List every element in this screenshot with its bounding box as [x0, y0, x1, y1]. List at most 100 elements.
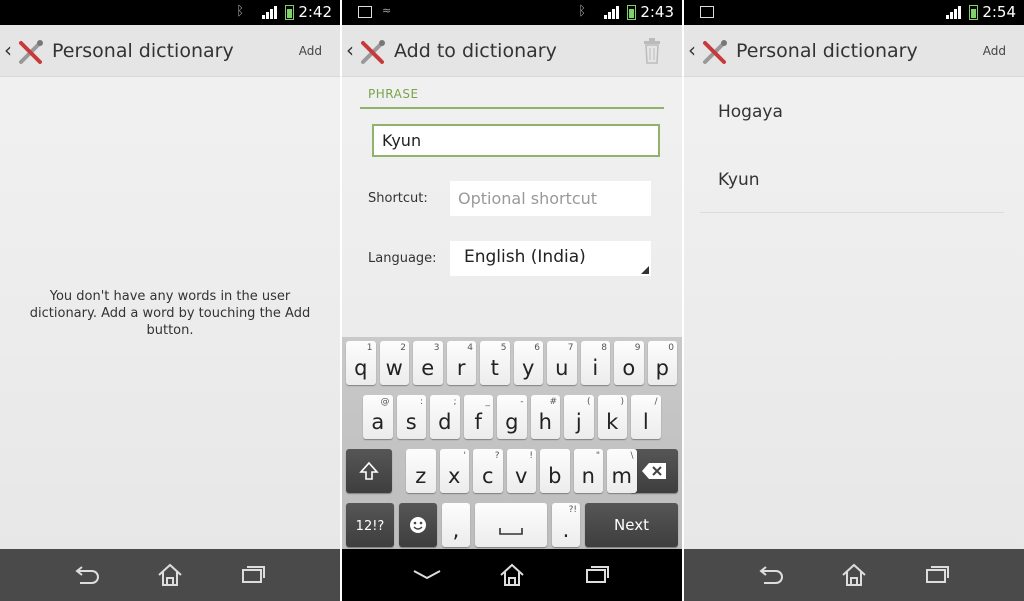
key-w[interactable]: 2w: [379, 341, 409, 385]
key-label: k: [606, 410, 619, 434]
key-z[interactable]: z: [406, 449, 436, 493]
home-icon[interactable]: [839, 561, 869, 589]
key-x[interactable]: ' x: [439, 449, 469, 493]
home-icon[interactable]: [497, 561, 527, 589]
home-icon[interactable]: [155, 561, 185, 589]
key-c[interactable]: ? c: [473, 449, 503, 493]
key-hint: 6: [534, 343, 540, 353]
back-icon[interactable]: [756, 561, 786, 589]
key-r[interactable]: 4r: [446, 341, 476, 385]
key-h[interactable]: # h: [530, 395, 560, 439]
settings-tools-icon[interactable]: [358, 37, 388, 67]
backspace-key[interactable]: [630, 449, 678, 493]
key-q[interactable]: 1q: [346, 341, 376, 385]
shift-key[interactable]: [346, 449, 392, 493]
key-u[interactable]: 7u: [547, 341, 577, 385]
notification-app-icon: ≈: [382, 4, 392, 17]
hide-keyboard-icon[interactable]: [412, 561, 442, 589]
key-label: m: [611, 464, 632, 488]
notification-image-icon: [358, 6, 372, 18]
symbols-key[interactable]: 12!?: [346, 503, 394, 547]
key-j[interactable]: (j: [564, 395, 594, 439]
backspace-icon: [642, 463, 666, 479]
language-select[interactable]: English (India): [450, 241, 651, 276]
back-chevron-icon[interactable]: ‹: [688, 38, 696, 62]
key-o[interactable]: 9o: [614, 341, 644, 385]
key-hint: 0: [668, 343, 674, 353]
add-button[interactable]: Add: [983, 44, 1006, 58]
key-l[interactable]: / l: [631, 395, 661, 439]
key-hint: 1: [366, 343, 373, 353]
key-label: r: [456, 356, 466, 380]
list-item[interactable]: Hogaya: [718, 102, 783, 122]
settings-tools-icon[interactable]: [700, 37, 730, 67]
key-hint: \: [630, 451, 634, 461]
status-bar: ᛒ 2:42: [0, 0, 340, 25]
emoji-key[interactable]: [399, 503, 437, 547]
back-chevron-icon[interactable]: ‹: [346, 38, 354, 62]
key-s[interactable]: :s: [396, 395, 426, 439]
period-key[interactable]: ?! .: [552, 503, 580, 547]
space-key[interactable]: [475, 503, 547, 547]
shortcut-input[interactable]: Optional shortcut: [450, 181, 651, 216]
settings-tools-icon[interactable]: [16, 37, 46, 67]
key-label: g: [505, 410, 519, 434]
key-d[interactable]: ; d: [430, 395, 460, 439]
on-screen-keyboard: 1q2w3e4r5t6y7u8i9o0p @ a: s; d _ f - g # h(j) k / l …: [342, 337, 682, 549]
key-p[interactable]: 0p: [647, 341, 677, 385]
list-item[interactable]: Kyun: [718, 170, 760, 190]
key-label: c: [481, 464, 494, 488]
screen-add-to-dictionary: ≈ ᛒ 2:43 ‹ Add to dictionary PHRASE Kyun…: [342, 0, 682, 601]
key-hint: ': [463, 451, 466, 461]
key-f[interactable]: _ f: [463, 395, 493, 439]
key-hint: 2: [400, 343, 406, 353]
key-label: u: [555, 356, 569, 380]
key-b[interactable]: b: [540, 449, 570, 493]
recent-apps-icon[interactable]: [922, 561, 952, 589]
key-label: i: [592, 356, 599, 380]
key-label: y: [522, 356, 535, 380]
key-hint: 4: [467, 343, 473, 353]
phrase-divider: [360, 107, 664, 109]
key-v[interactable]: ! v: [506, 449, 536, 493]
key-label: x: [448, 464, 461, 488]
empty-message: You don't have any words in the user dic…: [29, 289, 311, 338]
page-title: Personal dictionary: [52, 40, 234, 62]
key-label: p: [655, 356, 669, 380]
key-label: q: [354, 356, 368, 380]
key-e[interactable]: 3e: [413, 341, 443, 385]
page-title: Personal dictionary: [736, 40, 918, 62]
key-i[interactable]: 8i: [580, 341, 610, 385]
key-k[interactable]: ) k: [597, 395, 627, 439]
recent-apps-icon[interactable]: [238, 561, 268, 589]
key-hint: 3: [433, 343, 440, 353]
key-label: w: [385, 356, 403, 380]
key-label: f: [474, 410, 482, 434]
back-chevron-icon[interactable]: ‹: [4, 38, 12, 62]
key-hint: !: [529, 451, 533, 461]
key-label: v: [515, 464, 528, 488]
key-a[interactable]: @ a: [363, 395, 393, 439]
key-t[interactable]: 5t: [480, 341, 510, 385]
recent-apps-icon[interactable]: [582, 561, 612, 589]
key-label: z: [415, 464, 427, 488]
language-label: Language:: [368, 251, 437, 266]
trash-icon[interactable]: [642, 38, 662, 64]
signal-icon: [262, 6, 278, 19]
navigation-bar: [684, 549, 1024, 601]
next-key[interactable]: Next: [585, 503, 678, 547]
battery-icon: [285, 5, 294, 20]
key-g[interactable]: -g: [497, 395, 527, 439]
comma-key[interactable]: ,: [442, 503, 470, 547]
key-hint: @: [380, 397, 390, 407]
key-label: d: [438, 410, 452, 434]
phrase-input[interactable]: Kyun: [372, 124, 660, 157]
key-y[interactable]: 6y: [513, 341, 543, 385]
dropdown-corner-icon: [641, 266, 649, 274]
status-time: 2:54: [982, 3, 1016, 21]
key-m[interactable]: \ m: [607, 449, 637, 493]
add-button[interactable]: Add: [299, 44, 322, 58]
key-n[interactable]: " n: [573, 449, 603, 493]
key-label: t: [490, 356, 499, 380]
back-icon[interactable]: [72, 561, 102, 589]
